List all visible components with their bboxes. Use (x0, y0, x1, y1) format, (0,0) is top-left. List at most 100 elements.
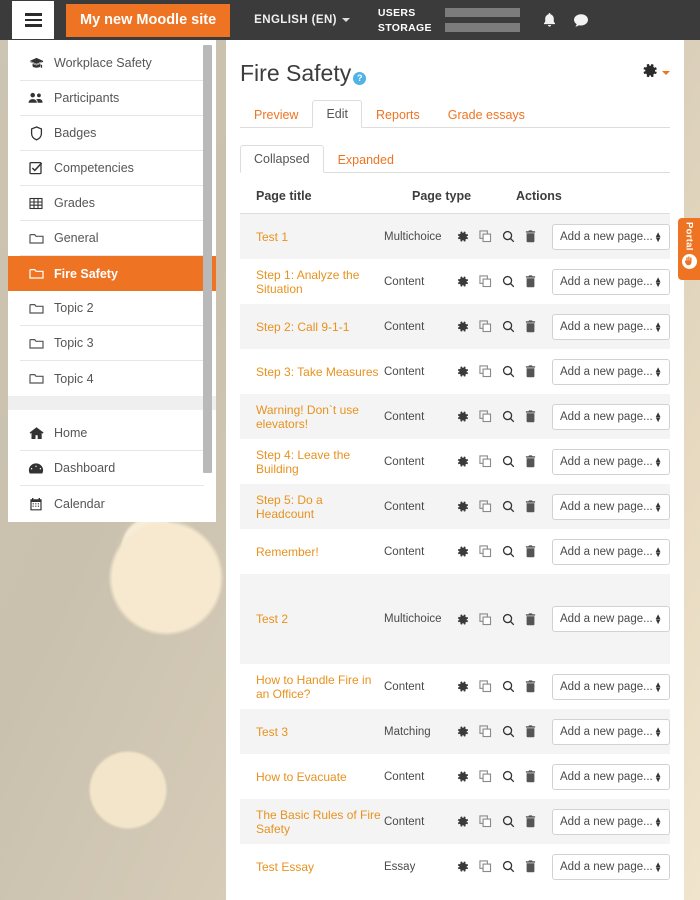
hamburger-icon[interactable] (12, 1, 54, 39)
gear-icon[interactable] (456, 500, 469, 513)
trash-icon[interactable] (525, 320, 536, 333)
copy-icon[interactable] (479, 770, 492, 783)
trash-icon[interactable] (525, 860, 536, 873)
preview-search-icon[interactable] (502, 815, 515, 828)
copy-icon[interactable] (479, 455, 492, 468)
add-new-page-select[interactable]: Add a new page... ▲ ▼ (552, 268, 670, 295)
preview-search-icon[interactable] (502, 770, 515, 783)
add-new-page-select[interactable]: Add a new page... ▲ ▼ (552, 853, 670, 880)
copy-icon[interactable] (479, 860, 492, 873)
preview-search-icon[interactable] (502, 680, 515, 693)
add-new-page-select[interactable]: Add a new page... ▲ ▼ (552, 538, 670, 565)
trash-icon[interactable] (525, 612, 536, 626)
page-title-link[interactable]: Test 3 (240, 725, 384, 739)
copy-icon[interactable] (479, 545, 492, 558)
copy-icon[interactable] (479, 612, 492, 626)
portal-side-tab[interactable]: Portal (678, 218, 700, 280)
tab-preview[interactable]: Preview (240, 101, 312, 128)
tab-expanded[interactable]: Expanded (324, 146, 408, 173)
language-selector[interactable]: ENGLISH (EN) (254, 14, 350, 26)
chat-icon[interactable] (573, 13, 589, 28)
page-title-link[interactable]: Step 1: Analyze the Situation (240, 268, 384, 296)
gear-icon[interactable] (456, 365, 469, 378)
sidebar-item-general[interactable]: General (20, 221, 204, 256)
sidebar-item-badges[interactable]: Badges (20, 116, 204, 151)
gear-icon[interactable] (456, 770, 469, 783)
sidebar-item-competencies[interactable]: Competencies (20, 151, 204, 186)
page-title-link[interactable]: Warning! Don`t use elevators! (240, 403, 384, 431)
sidebar-item-fire-safety[interactable]: Fire Safety (8, 256, 216, 291)
trash-icon[interactable] (525, 230, 536, 243)
copy-icon[interactable] (479, 230, 492, 243)
gear-icon[interactable] (456, 725, 469, 738)
gear-icon[interactable] (456, 230, 469, 243)
gear-icon[interactable] (456, 860, 469, 873)
sidebar-item-topic-4[interactable]: Topic 4 (20, 361, 204, 396)
add-new-page-select[interactable]: Add a new page... ▲ ▼ (552, 808, 670, 835)
preview-search-icon[interactable] (502, 725, 515, 738)
tab-edit[interactable]: Edit (312, 100, 363, 128)
trash-icon[interactable] (525, 770, 536, 783)
page-title-link[interactable]: The Basic Rules of Fire Safety (240, 808, 384, 836)
page-title-link[interactable]: Step 3: Take Measures (240, 365, 384, 379)
sidebar-item-topic-2[interactable]: Topic 2 (20, 291, 204, 326)
tab-grade-essays[interactable]: Grade essays (434, 101, 539, 128)
trash-icon[interactable] (525, 275, 536, 288)
tab-collapsed[interactable]: Collapsed (240, 145, 324, 173)
page-title-link[interactable]: Remember! (240, 545, 384, 559)
page-title-link[interactable]: Test 2 (240, 612, 384, 626)
copy-icon[interactable] (479, 365, 492, 378)
trash-icon[interactable] (525, 545, 536, 558)
sidebar-item-dashboard[interactable]: Dashboard (20, 451, 204, 486)
tab-reports[interactable]: Reports (362, 101, 434, 128)
sidebar-item-topic-3[interactable]: Topic 3 (20, 326, 204, 361)
gear-icon[interactable] (456, 275, 469, 288)
add-new-page-select[interactable]: Add a new page... ▲ ▼ (552, 358, 670, 385)
sidebar-item-grades[interactable]: Grades (20, 186, 204, 221)
gear-icon[interactable] (456, 613, 469, 626)
preview-search-icon[interactable] (502, 410, 515, 423)
add-new-page-select[interactable]: Add a new page... ▲ ▼ (552, 223, 670, 250)
copy-icon[interactable] (479, 410, 492, 423)
gear-icon[interactable] (456, 320, 469, 333)
copy-icon[interactable] (479, 320, 492, 333)
preview-search-icon[interactable] (502, 320, 515, 333)
preview-search-icon[interactable] (502, 230, 515, 243)
page-title-link[interactable]: How to Evacuate (240, 770, 384, 784)
settings-menu-button[interactable] (641, 62, 670, 84)
page-title-link[interactable]: Step 4: Leave the Building (240, 448, 384, 476)
help-icon[interactable]: ? (353, 71, 367, 85)
preview-search-icon[interactable] (502, 275, 515, 288)
sidebar-scrollbar[interactable] (203, 45, 212, 473)
preview-search-icon[interactable] (502, 545, 515, 558)
gear-icon[interactable] (456, 680, 469, 693)
copy-icon[interactable] (479, 725, 492, 738)
copy-icon[interactable] (479, 815, 492, 828)
trash-icon[interactable] (525, 680, 536, 693)
trash-icon[interactable] (525, 455, 536, 468)
add-new-page-select[interactable]: Add a new page... ▲ ▼ (552, 763, 670, 790)
sidebar-item-home[interactable]: Home (20, 416, 204, 451)
copy-icon[interactable] (479, 680, 492, 693)
page-title-link[interactable]: Step 2: Call 9-1-1 (240, 320, 384, 334)
trash-icon[interactable] (525, 500, 536, 513)
add-new-page-select[interactable]: Add a new page... ▲ ▼ (552, 606, 670, 632)
trash-icon[interactable] (525, 365, 536, 378)
add-new-page-select[interactable]: Add a new page... ▲ ▼ (552, 673, 670, 700)
page-title-link[interactable]: Test 1 (240, 230, 384, 244)
trash-icon[interactable] (525, 815, 536, 828)
add-new-page-select[interactable]: Add a new page... ▲ ▼ (552, 313, 670, 340)
page-title-link[interactable]: How to Handle Fire in an Office? (240, 673, 384, 701)
sidebar-item-calendar[interactable]: Calendar (20, 486, 204, 521)
preview-search-icon[interactable] (502, 500, 515, 513)
gear-icon[interactable] (456, 545, 469, 558)
trash-icon[interactable] (525, 725, 536, 738)
preview-search-icon[interactable] (502, 860, 515, 873)
add-new-page-select[interactable]: Add a new page... ▲ ▼ (552, 493, 670, 520)
gear-icon[interactable] (456, 455, 469, 468)
add-new-page-select[interactable]: Add a new page... ▲ ▼ (552, 403, 670, 430)
add-new-page-select[interactable]: Add a new page... ▲ ▼ (552, 448, 670, 475)
gear-icon[interactable] (456, 815, 469, 828)
preview-search-icon[interactable] (502, 365, 515, 378)
sidebar-item-workplace-safety[interactable]: Workplace Safety (20, 46, 204, 81)
